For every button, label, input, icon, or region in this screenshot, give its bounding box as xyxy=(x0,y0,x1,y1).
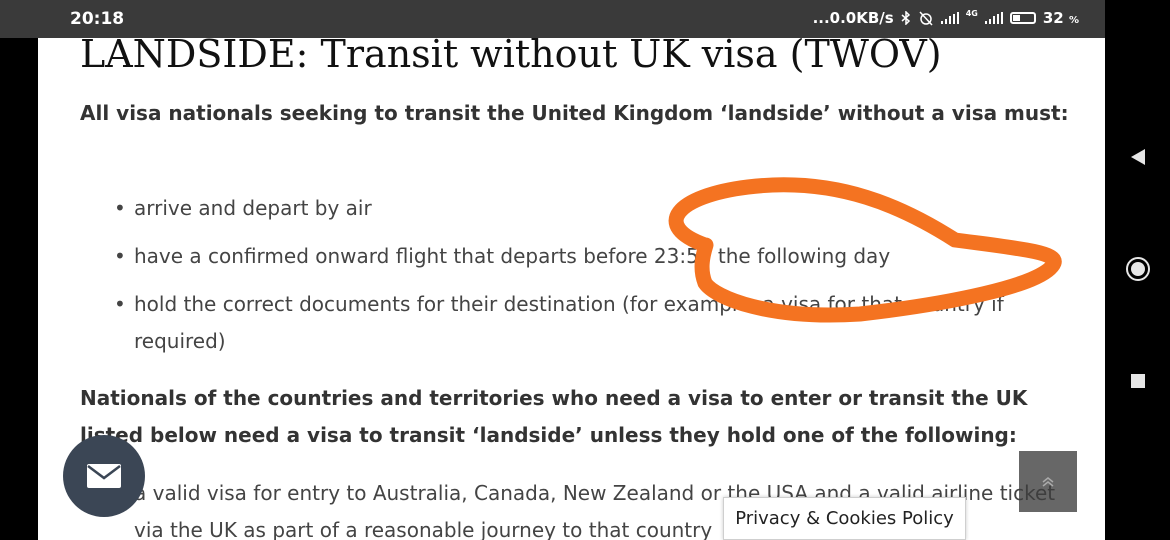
signal-icon-2 xyxy=(984,12,1003,24)
list-item: have a confirmed onward flight that depa… xyxy=(114,238,1074,275)
intro-paragraph: All visa nationals seeking to transit th… xyxy=(80,101,1069,125)
network-speed: ...0.0KB/s xyxy=(812,9,894,27)
battery-level: 32 % xyxy=(1042,9,1079,27)
mail-icon xyxy=(87,464,121,488)
mail-button[interactable] xyxy=(63,435,145,517)
chevron-up-icon xyxy=(1042,476,1054,487)
nav-recents-button[interactable] xyxy=(1105,373,1170,389)
status-bar: 20:18 ...0.0KB/s 4G 32 % xyxy=(0,0,1105,38)
list-item: hold the correct documents for their des… xyxy=(114,286,1074,360)
nav-back-button[interactable] xyxy=(1105,148,1170,166)
status-time: 20:18 xyxy=(70,9,125,29)
circle-home-icon xyxy=(1125,257,1150,281)
network-type: 4G xyxy=(965,9,978,18)
nav-home-button[interactable] xyxy=(1105,256,1170,282)
square-recents-icon xyxy=(1130,374,1145,388)
battery-icon xyxy=(1009,12,1036,24)
signal-icon xyxy=(940,12,959,24)
bluetooth-icon xyxy=(901,11,910,25)
privacy-cookies-button[interactable]: Privacy & Cookies Policy xyxy=(723,497,966,540)
page-title: LANDSIDE: Transit without UK visa (TWOV) xyxy=(80,38,942,76)
status-icons: ...0.0KB/s 4G 32 % xyxy=(813,9,1079,27)
alarm-off-icon xyxy=(919,11,933,26)
list-item: arrive and depart by air xyxy=(114,190,1074,227)
android-nav-bar xyxy=(1105,0,1170,540)
triangle-back-icon xyxy=(1130,149,1145,165)
nationals-paragraph: Nationals of the countries and territori… xyxy=(80,386,1028,447)
web-page[interactable]: LANDSIDE: Transit without UK visa (TWOV)… xyxy=(38,38,1105,540)
back-to-top-button[interactable] xyxy=(1019,451,1077,512)
